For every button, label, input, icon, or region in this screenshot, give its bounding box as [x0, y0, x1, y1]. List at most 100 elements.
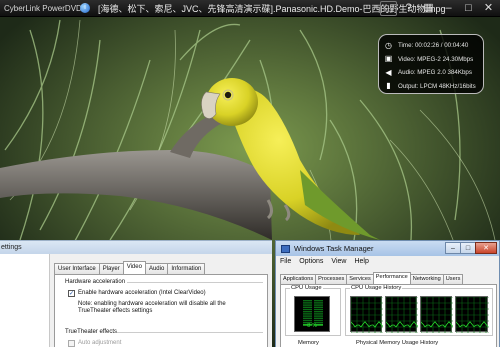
- cpu-history-graph-core-3: [420, 296, 453, 333]
- info-output: Output: LPCM 48KHz/16bits: [398, 82, 476, 90]
- video-icon: ▣: [384, 54, 393, 64]
- player-title-bar[interactable]: CyberLink PowerDVD i [海德、松下、索尼、JVC、先锋高清演…: [0, 0, 500, 17]
- tab-user-interface[interactable]: User Interface: [54, 263, 100, 274]
- menu-help[interactable]: Help: [354, 256, 368, 268]
- cpu-meter-bar: [303, 315, 312, 317]
- cpu-meter-bar: [314, 300, 323, 302]
- cpu-usage-label: CPU Usage: [290, 285, 323, 291]
- output-icon: ▮: [386, 81, 391, 91]
- cpu-meter-bar: [314, 317, 323, 319]
- memory-label: Memory: [298, 340, 319, 346]
- task-manager-window-buttons: – □ ✕: [445, 242, 497, 254]
- tab-video[interactable]: Video: [122, 261, 146, 274]
- hw-group-divider: [127, 282, 263, 283]
- cpu-meter-bar: [314, 313, 323, 315]
- task-manager-window[interactable]: Windows Task Manager – □ ✕ File Options …: [275, 240, 500, 347]
- info-row-video: ▣ Video: MPEG-2 24.30Mbps: [384, 53, 478, 67]
- tab-performance[interactable]: Performance: [372, 272, 411, 284]
- info-video: Video: MPEG-2 24.30Mbps: [398, 55, 474, 63]
- cpu-meter-bar: [303, 304, 312, 306]
- hw-group-label: Hardware acceleration: [65, 279, 126, 285]
- performance-panel: CPU Usage 8 % CPU Usage History Memory P…: [280, 284, 497, 347]
- cpu-history-graph-core-4: [455, 296, 489, 333]
- tab-applications[interactable]: Applications: [280, 274, 317, 284]
- settings-window[interactable]: ettings User Interface Player Video Audi…: [0, 240, 272, 347]
- cpu-meter-bar: [314, 315, 323, 317]
- cpu-history-plot-core-2: [386, 297, 418, 333]
- info-row-audio: ◀ Audio: MPEG 2.0 384Kbps: [384, 66, 478, 80]
- cpu-history-line: [456, 321, 489, 328]
- close-icon[interactable]: ✕: [480, 1, 497, 16]
- cpu-history-line: [351, 321, 383, 328]
- task-manager-app-icon: [281, 244, 290, 253]
- cpu-history-label: CPU Usage History: [350, 285, 403, 291]
- auto-adjust-label: Auto adjustment: [78, 340, 122, 346]
- speaker-icon: ◀: [385, 67, 392, 77]
- cpu-meter-bar: [303, 308, 312, 311]
- settings-title: ettings: [0, 241, 272, 254]
- cpu-meter-bar: [303, 311, 312, 313]
- settings-tabs: User Interface Player Video Audio Inform…: [54, 261, 206, 274]
- cpu-meter-bar: [303, 302, 312, 304]
- video-settings-panel: Hardware acceleration ✓ Enable hardware …: [54, 274, 268, 347]
- maximize-icon[interactable]: □: [460, 242, 476, 254]
- cpu-meter-bar: [303, 300, 312, 302]
- physical-memory-label: Physical Memory Usage History: [356, 340, 439, 346]
- menu-view[interactable]: View: [331, 256, 346, 268]
- hw-note: Note: enabling hardware acceleration wil…: [78, 301, 226, 314]
- menu-options[interactable]: Options: [299, 256, 323, 268]
- cpu-meter-bar: [314, 308, 323, 311]
- tt-group-label: TrueTheater effects: [65, 329, 118, 335]
- cpu-meter-bar: [314, 311, 323, 313]
- cpu-history-plot-core-4: [456, 297, 489, 333]
- cpu-usage-meter: 8 %: [294, 296, 330, 332]
- info-audio: Audio: MPEG 2.0 384Kbps: [398, 69, 472, 77]
- cpu-history-line: [386, 321, 418, 328]
- task-manager-menu: File Options View Help: [276, 256, 499, 268]
- cpu-history-line: [421, 321, 453, 328]
- cpu-meter-bar: [303, 306, 312, 308]
- info-row-output: ▮ Output: LPCM 48KHz/16bits: [384, 80, 478, 94]
- playback-info-overlay: ◷ Time: 00:02:26 / 00:04:40 ▣ Video: MPE…: [378, 34, 484, 94]
- info-icon[interactable]: i: [80, 3, 90, 13]
- task-manager-title-bar[interactable]: Windows Task Manager – □ ✕: [276, 241, 499, 256]
- cpu-history-plot-core-1: [351, 297, 383, 333]
- hw-accel-checkbox[interactable]: ✓: [68, 290, 75, 297]
- help-icon[interactable]: ?: [400, 1, 417, 16]
- cpu-meter-bar: [303, 313, 312, 315]
- tab-audio[interactable]: Audio: [144, 263, 169, 274]
- tab-networking[interactable]: Networking: [409, 274, 444, 284]
- cpu-history-plot-core-3: [421, 297, 453, 333]
- mini-player-icon[interactable]: ▭: [380, 1, 397, 16]
- title-buttons: ▭ ? ▦ – □ ✕: [380, 1, 497, 16]
- tab-information[interactable]: Information: [167, 263, 206, 274]
- info-row-time: ◷ Time: 00:02:26 / 00:04:40: [384, 39, 478, 53]
- tt-group-divider: [117, 332, 263, 333]
- minimize-icon[interactable]: –: [440, 1, 457, 16]
- skin-icon[interactable]: ▦: [420, 1, 437, 16]
- tab-services[interactable]: Services: [346, 274, 374, 284]
- cpu-meter-bar: [303, 319, 312, 322]
- task-manager-tabs: Applications Processes Services Performa…: [280, 272, 464, 284]
- hw-accel-label: Enable hardware acceleration (Intel Clea…: [78, 290, 206, 296]
- cpu-history-graph-core-1: [350, 296, 383, 333]
- close-icon[interactable]: ✕: [475, 242, 497, 254]
- cpu-meter-bar: [314, 304, 323, 306]
- menu-file[interactable]: File: [280, 256, 291, 268]
- tab-player[interactable]: Player: [98, 263, 124, 274]
- auto-adjust-checkbox[interactable]: [68, 340, 75, 347]
- maximize-icon[interactable]: □: [460, 1, 477, 16]
- cpu-meter-bar: [314, 302, 323, 304]
- info-time: Time: 00:02:26 / 00:04:40: [398, 42, 469, 50]
- task-manager-title: Windows Task Manager: [294, 244, 374, 253]
- cpu-history-graph-core-2: [385, 296, 418, 333]
- cpu-meter-bar: [314, 319, 323, 322]
- cpu-meter-bar: [314, 306, 323, 308]
- tab-processes[interactable]: Processes: [315, 274, 348, 284]
- minimize-icon[interactable]: –: [445, 242, 461, 254]
- cpu-meter-bar: [303, 317, 312, 319]
- tab-users[interactable]: Users: [442, 274, 464, 284]
- clock-icon: ◷: [385, 40, 392, 50]
- app-name: CyberLink PowerDVD: [4, 3, 82, 13]
- settings-sidebar: [0, 254, 50, 347]
